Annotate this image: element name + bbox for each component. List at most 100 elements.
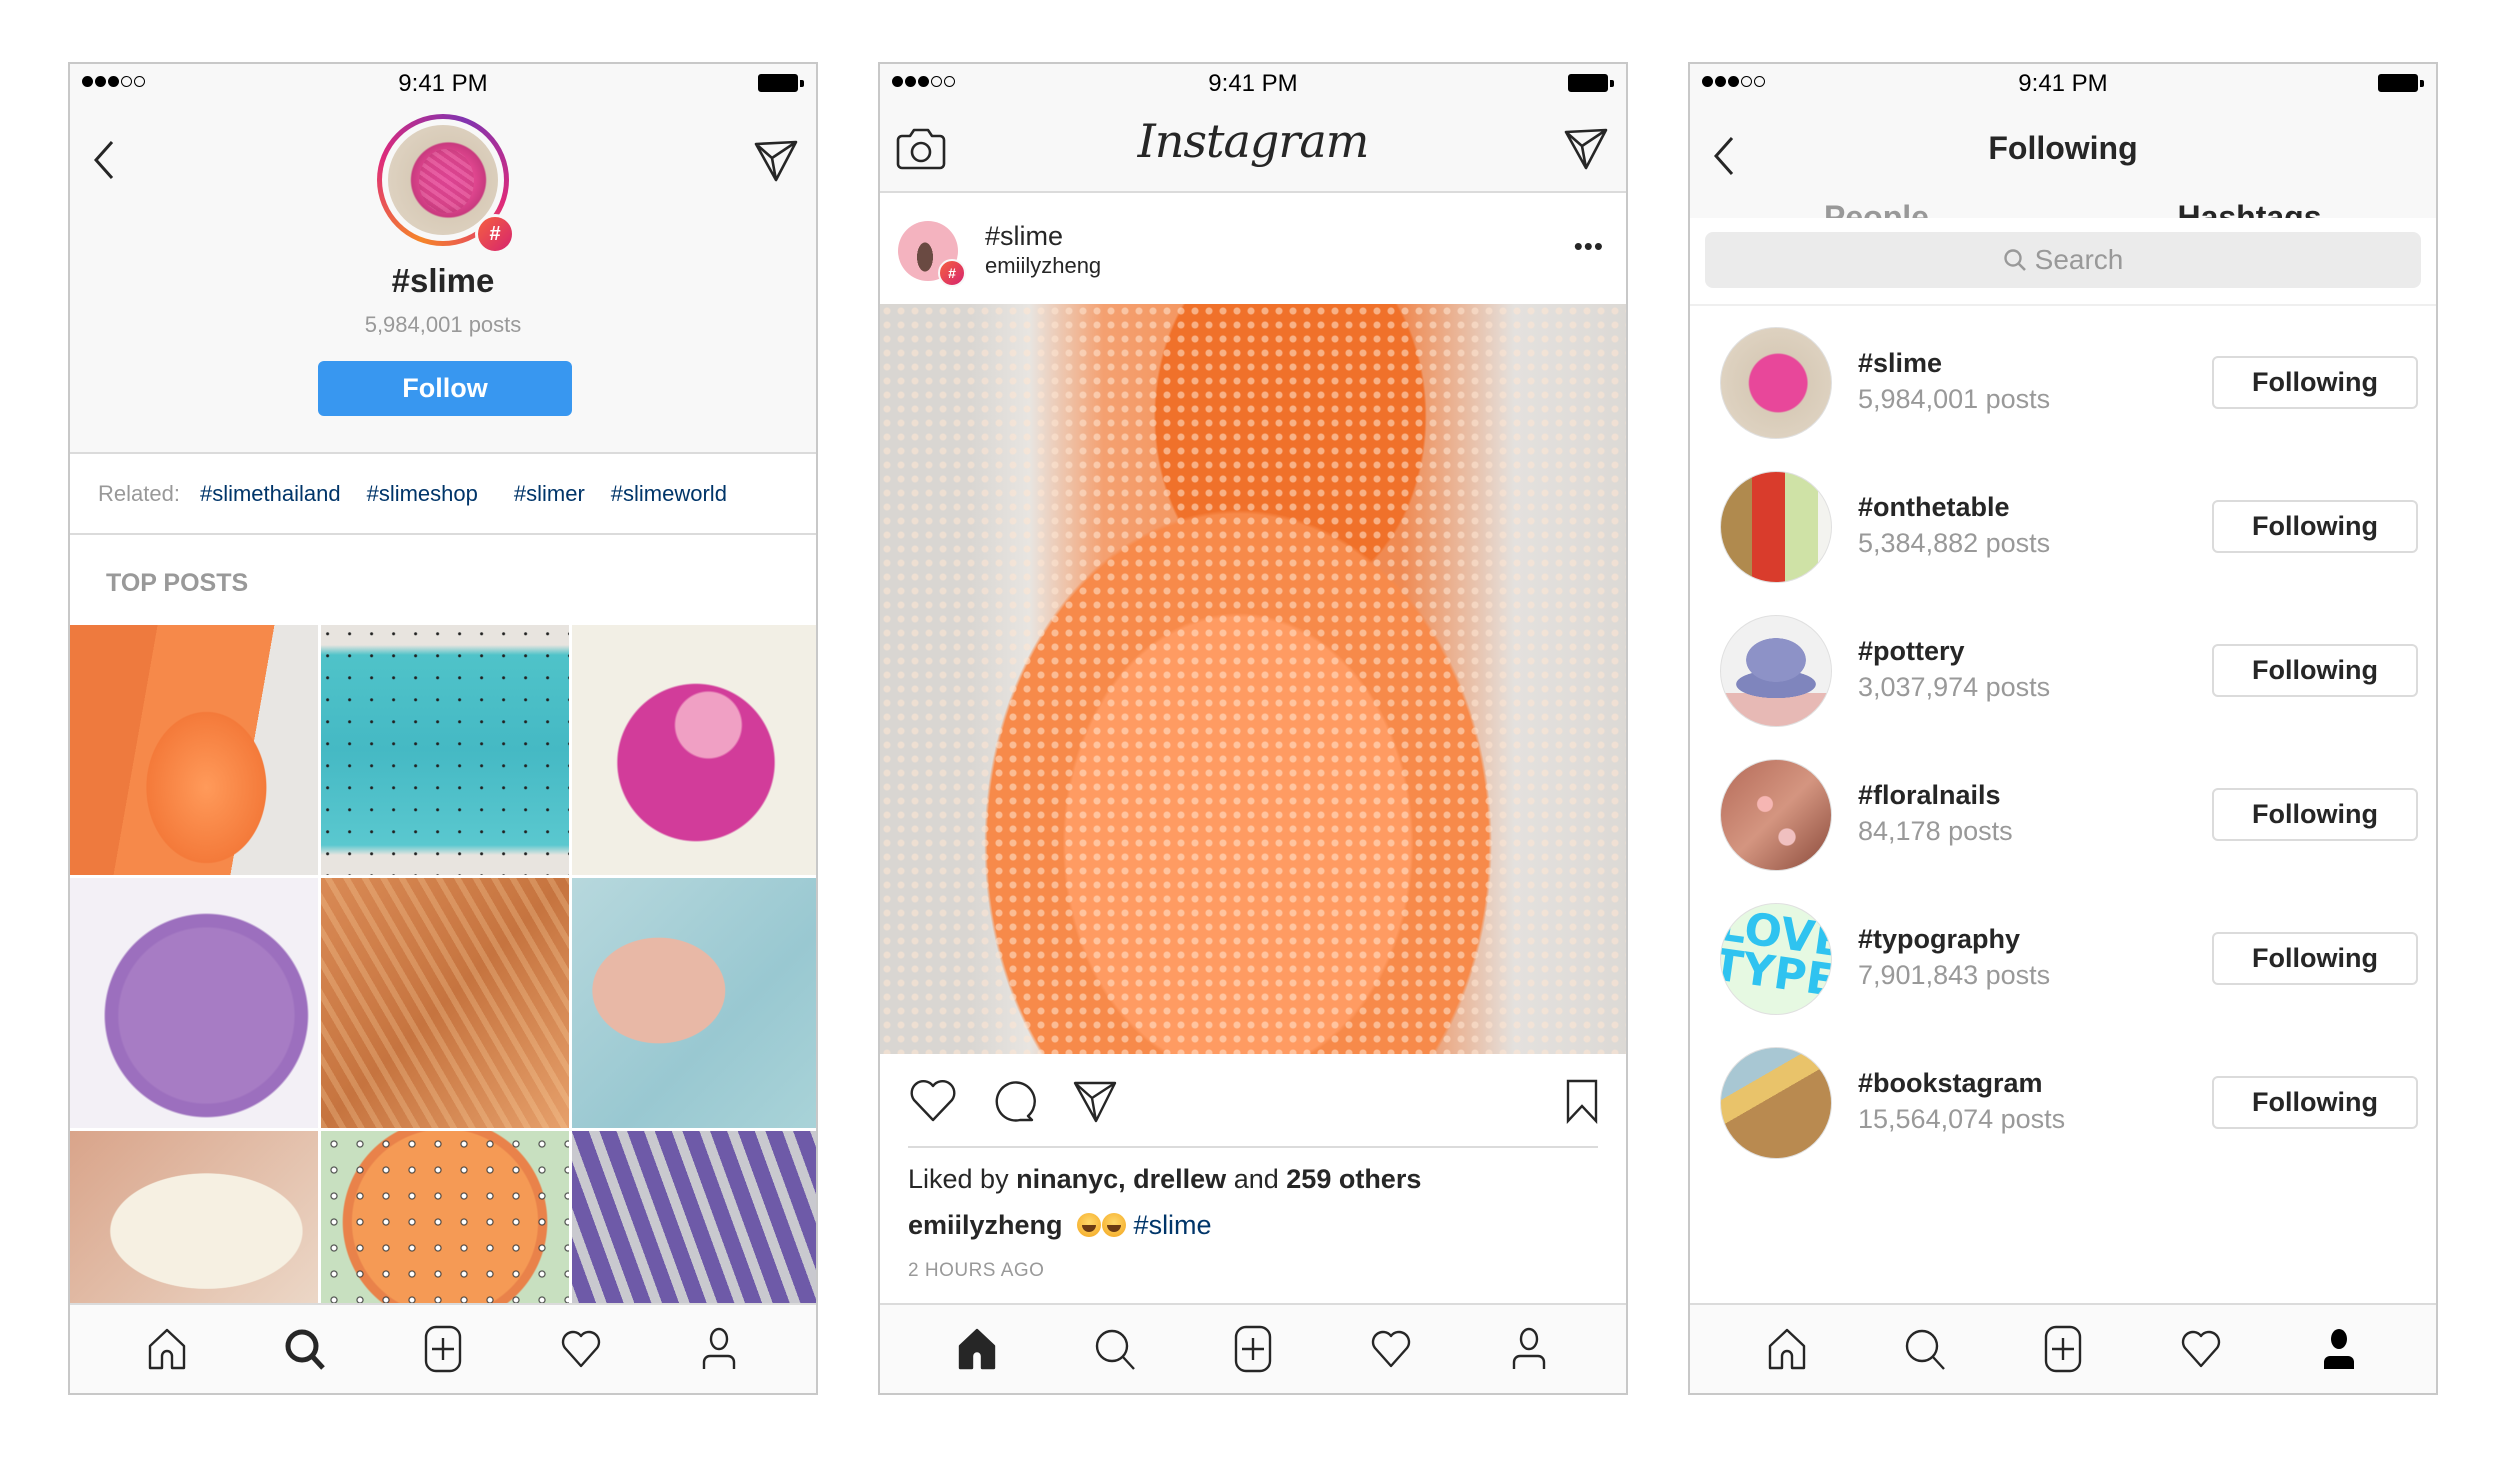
- home-icon: [148, 1328, 186, 1370]
- status-bar: 9:41 PM: [880, 64, 1626, 104]
- search-placeholder: Search: [2034, 244, 2124, 275]
- comment-button[interactable]: [990, 1078, 1036, 1129]
- liker-link[interactable]: ninanyc,: [1016, 1164, 1126, 1194]
- following-button[interactable]: Following: [2212, 788, 2418, 841]
- laughing-emoji-icon: [1076, 1213, 1101, 1237]
- more-options-button[interactable]: •••: [1574, 233, 1604, 259]
- hashtag-badge-icon: #: [475, 214, 515, 254]
- phone-feed-page: 9:41 PM Instagram # #slime emiilyzheng •…: [878, 62, 1628, 1395]
- search-icon: [285, 1329, 325, 1370]
- tab-search[interactable]: [1895, 1319, 1955, 1379]
- battery-icon: [2378, 74, 2424, 94]
- post-hashtag[interactable]: #slime: [985, 221, 1063, 252]
- following-button[interactable]: Following: [2212, 932, 2418, 985]
- following-button[interactable]: Following: [2212, 356, 2418, 409]
- tab-profile[interactable]: [689, 1319, 749, 1379]
- related-tag-link[interactable]: #slimethailand: [200, 481, 341, 507]
- hashtag-post-count: 5,984,001 posts: [364, 312, 522, 337]
- tab-home[interactable]: [1757, 1319, 1817, 1379]
- tab-new-post[interactable]: [1223, 1319, 1283, 1379]
- like-button[interactable]: [908, 1078, 958, 1129]
- list-item: LOVE TYPE #typography 7,901,843 posts Fo…: [1690, 882, 2436, 1026]
- post-thumbnail[interactable]: [572, 625, 816, 875]
- hashtag-title: #slime: [391, 262, 495, 299]
- typography-avatar-text: LOVE TYPE: [1720, 903, 1832, 1008]
- post-header: # #slime emiilyzheng •••: [880, 193, 1626, 304]
- hashtag-name[interactable]: #pottery: [1858, 636, 1965, 667]
- tab-activity[interactable]: [551, 1319, 611, 1379]
- post-image[interactable]: [880, 304, 1626, 1054]
- caption-username[interactable]: emiilyzheng: [908, 1210, 1063, 1240]
- direct-message-button[interactable]: [752, 136, 800, 184]
- tab-activity[interactable]: [2171, 1319, 2231, 1379]
- hashtag-name[interactable]: #bookstagram: [1858, 1068, 2043, 1099]
- post-thumbnail[interactable]: [572, 878, 816, 1128]
- list-item: #floralnails 84,178 posts Following: [1690, 738, 2436, 882]
- post-thumbnail[interactable]: [321, 625, 569, 875]
- hashtag-post-count: 5,984,001 posts: [1858, 384, 2051, 414]
- related-tag-link[interactable]: #slimeshop: [367, 481, 478, 507]
- post-thumbnail[interactable]: [321, 1131, 569, 1313]
- hashtag-post-count: 84,178 posts: [1858, 816, 2013, 846]
- post-thumbnail[interactable]: [70, 878, 318, 1128]
- post-username[interactable]: emiilyzheng: [985, 253, 1101, 279]
- list-item: #pottery 3,037,974 posts Following: [1690, 594, 2436, 738]
- search-icon: [1905, 1329, 1945, 1370]
- tab-new-post[interactable]: [2033, 1319, 2093, 1379]
- instagram-logo: Instagram: [1137, 114, 1370, 168]
- page-title: Following: [1988, 130, 2138, 166]
- save-button[interactable]: [1564, 1078, 1600, 1129]
- hashtag-name[interactable]: #onthetable: [1858, 492, 2010, 523]
- liker-link[interactable]: drellew: [1133, 1164, 1226, 1194]
- tab-activity[interactable]: [1361, 1319, 1421, 1379]
- related-tag-link[interactable]: #slimer: [514, 481, 585, 507]
- hashtag-avatar[interactable]: [1720, 1047, 1832, 1159]
- tab-home[interactable]: [137, 1319, 197, 1379]
- add-post-icon: [2044, 1325, 2082, 1373]
- hashtag-avatar[interactable]: [1720, 327, 1832, 439]
- search-input[interactable]: Search: [1705, 232, 2421, 288]
- following-button[interactable]: Following: [2212, 1076, 2418, 1129]
- back-button[interactable]: [90, 138, 120, 182]
- likes-summary: Liked by ninanyc, drellew and 259 others: [908, 1164, 1421, 1195]
- hashtag-post-count: 15,564,074 posts: [1858, 1104, 2066, 1134]
- following-button[interactable]: Following: [2212, 644, 2418, 697]
- list-item: #slime 5,984,001 posts Following: [1690, 306, 2436, 450]
- follow-button[interactable]: Follow: [318, 361, 572, 416]
- post-caption: emiilyzheng #slime: [908, 1210, 1212, 1241]
- hashtag-avatar[interactable]: [1720, 759, 1832, 871]
- list-item: #onthetable 5,384,882 posts Following: [1690, 450, 2436, 594]
- search-icon: [2003, 249, 2026, 271]
- search-icon: [1095, 1329, 1135, 1370]
- hashtag-name[interactable]: #floralnails: [1858, 780, 2001, 811]
- feed-header: Instagram: [880, 104, 1626, 193]
- share-button[interactable]: [1072, 1078, 1118, 1129]
- hashtag-name[interactable]: #typography: [1858, 924, 2020, 955]
- direct-message-button[interactable]: [1562, 124, 1610, 172]
- related-label: Related:: [98, 480, 180, 506]
- post-thumbnail[interactable]: [321, 878, 569, 1128]
- related-tag-link[interactable]: #slimeworld: [611, 481, 727, 507]
- tab-search[interactable]: [275, 1319, 335, 1379]
- post-thumbnail[interactable]: [572, 1131, 816, 1313]
- tab-search[interactable]: [1085, 1319, 1145, 1379]
- tab-new-post[interactable]: [413, 1319, 473, 1379]
- tab-profile[interactable]: [1499, 1319, 1559, 1379]
- bookmark-icon: [1566, 1079, 1598, 1125]
- comment-icon: [995, 1081, 1036, 1122]
- hashtag-name[interactable]: #slime: [1858, 348, 1942, 379]
- following-button[interactable]: Following: [2212, 500, 2418, 553]
- caption-hashtag-link[interactable]: #slime: [1134, 1210, 1212, 1240]
- post-thumbnail[interactable]: [70, 625, 318, 875]
- hashtag-avatar[interactable]: [1720, 471, 1832, 583]
- tab-profile[interactable]: [2309, 1319, 2369, 1379]
- likes-others-link[interactable]: 259 others: [1286, 1164, 1421, 1194]
- phone-hashtag-page: 9:41 PM # #slime 5,984,001 posts Follow …: [68, 62, 818, 1395]
- post-author-avatar[interactable]: #: [898, 221, 966, 287]
- heart-icon: [2181, 1330, 2221, 1368]
- hashtag-avatar[interactable]: LOVE TYPE: [1720, 903, 1832, 1015]
- tab-home[interactable]: [947, 1319, 1007, 1379]
- paper-plane-icon: [1564, 128, 1608, 170]
- hashtag-avatar[interactable]: [1720, 615, 1832, 727]
- post-thumbnail[interactable]: [70, 1131, 318, 1313]
